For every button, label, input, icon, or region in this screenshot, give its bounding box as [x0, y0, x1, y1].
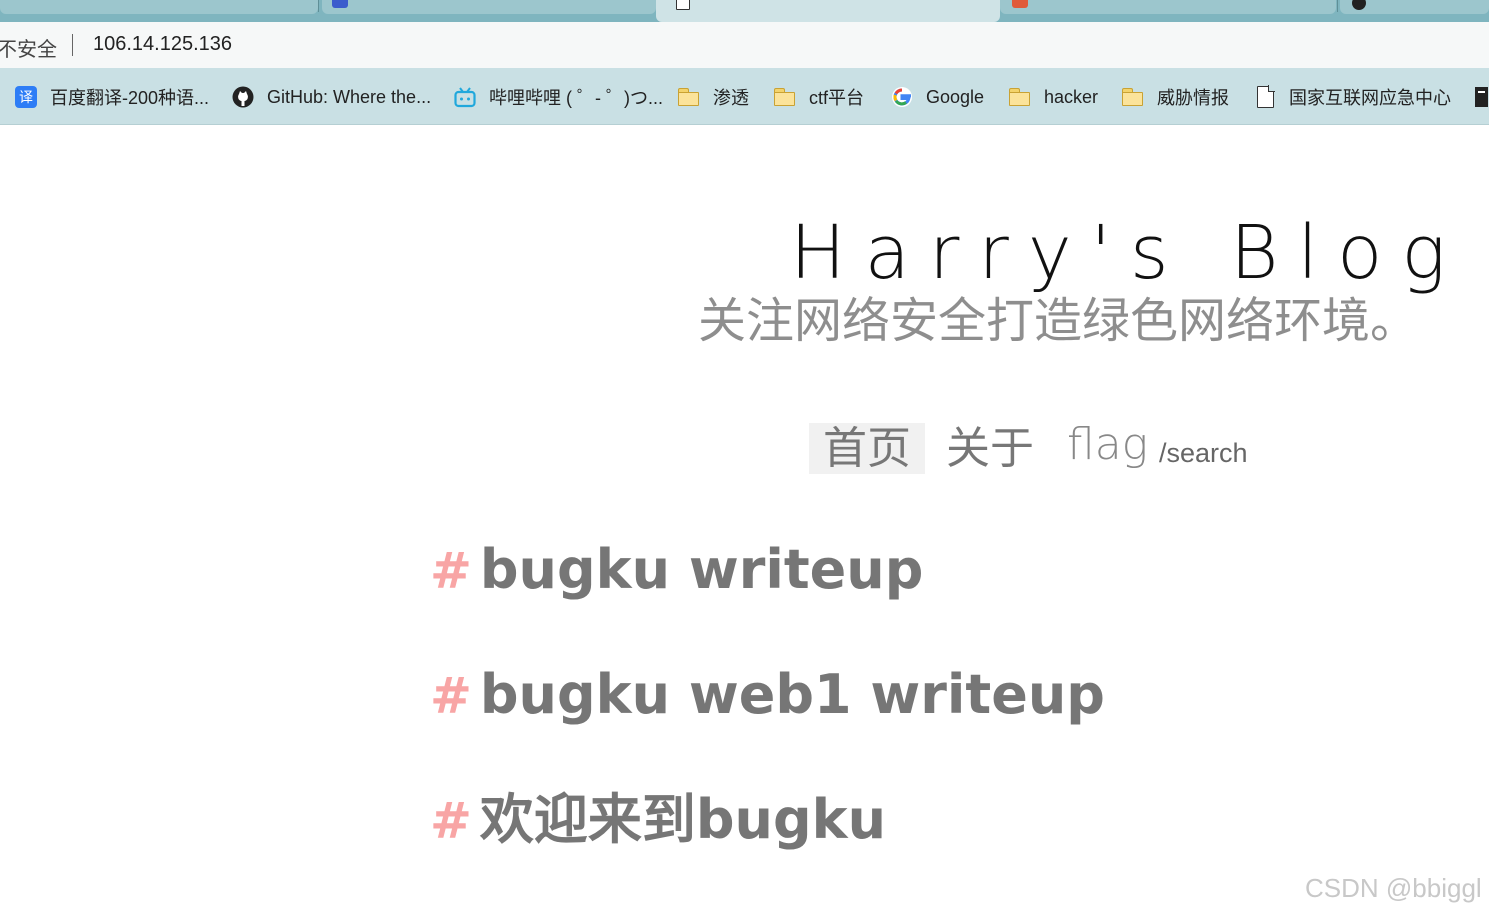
- bookmark-cncert[interactable]: 国家互联网应急中心: [1254, 84, 1451, 110]
- nav-home-link[interactable]: 首页: [809, 423, 925, 474]
- blog-subtitle: 关注网络安全打造绿色网络环境。: [698, 295, 1419, 348]
- tab-favicon-icon: [1012, 0, 1028, 8]
- bookmark-label: Google: [926, 86, 985, 107]
- post-link[interactable]: # 欢迎来到bugku: [430, 785, 886, 855]
- watermark: CSDN @bbiggl: [1305, 873, 1482, 903]
- baidu-translate-icon: 译: [15, 86, 37, 108]
- folder-icon: [1009, 86, 1031, 108]
- bookmark-github[interactable]: GitHub: Where the...: [232, 84, 431, 110]
- github-icon: [232, 86, 254, 108]
- bookmark-folder-threat-intel[interactable]: 威胁情报: [1122, 84, 1229, 110]
- bookmark-overflow-icon: [1474, 86, 1489, 108]
- google-icon: [891, 86, 913, 108]
- browser-tab[interactable]: [322, 0, 656, 14]
- folder-icon: [678, 86, 700, 108]
- tab-divider: [318, 0, 319, 12]
- svg-text:译: 译: [19, 90, 33, 106]
- post-hash: #: [430, 667, 472, 725]
- nav-about-link[interactable]: 关于: [946, 423, 1034, 474]
- document-icon: [1254, 85, 1276, 108]
- address-divider: [72, 34, 73, 56]
- security-indicator[interactable]: 不安全: [0, 33, 57, 62]
- tab-strip: [0, 0, 1489, 22]
- url-field[interactable]: 106.14.125.136: [93, 33, 232, 56]
- bilibili-icon: [454, 86, 476, 108]
- folder-icon: [1122, 86, 1144, 108]
- bookmark-overflow[interactable]: [1474, 84, 1489, 110]
- post-link[interactable]: # bugku writeup: [430, 535, 923, 605]
- nav-search-link[interactable]: /search: [1159, 438, 1248, 468]
- bookmark-label: 百度翻译-200种语...: [50, 88, 210, 108]
- page-icon: [676, 0, 690, 10]
- tab-divider: [1337, 0, 1338, 12]
- bookmark-label: 国家互联网应急中心: [1289, 88, 1451, 108]
- post-hash: #: [430, 542, 472, 600]
- bookmark-bilibili[interactable]: 哔哩哔哩 ( ゜- ゜)つ...: [454, 84, 663, 110]
- post-hash: #: [430, 792, 472, 850]
- blog-title: Harry's Blog: [790, 210, 1465, 296]
- bookmark-label: 渗透: [713, 88, 749, 108]
- folder-icon: [774, 86, 796, 108]
- github-icon: [1352, 0, 1366, 10]
- bookmark-label: ctf平台: [809, 88, 865, 108]
- post-link[interactable]: # bugku web1 writeup: [430, 660, 1105, 730]
- post-title[interactable]: 欢迎来到bugku: [480, 788, 886, 851]
- browser-tab[interactable]: [1340, 0, 1489, 14]
- bookmark-label: GitHub: Where the...: [267, 86, 432, 107]
- browser-tab-active[interactable]: [656, 0, 1000, 22]
- post-title[interactable]: bugku writeup: [480, 538, 923, 601]
- bookmark-folder-hacker[interactable]: hacker: [1009, 84, 1098, 110]
- bookmark-folder-ctf[interactable]: ctf平台: [774, 84, 864, 110]
- browser-tab[interactable]: [0, 0, 318, 14]
- browser-tab[interactable]: [1000, 0, 1336, 14]
- post-title[interactable]: bugku web1 writeup: [480, 663, 1105, 726]
- bookmark-folder-pentest[interactable]: 渗透: [678, 84, 749, 110]
- nav-flag-link[interactable]: flag: [1067, 419, 1148, 470]
- bookmark-baidu-translate[interactable]: 译 百度翻译-200种语...: [15, 84, 209, 110]
- bookmark-label: 哔哩哔哩 ( ゜- ゜)つ...: [489, 88, 663, 108]
- tab-favicon-icon: [332, 0, 348, 8]
- bookmark-google[interactable]: Google: [891, 84, 984, 110]
- bookmark-label: hacker: [1044, 86, 1099, 107]
- bookmark-label: 威胁情报: [1157, 88, 1229, 108]
